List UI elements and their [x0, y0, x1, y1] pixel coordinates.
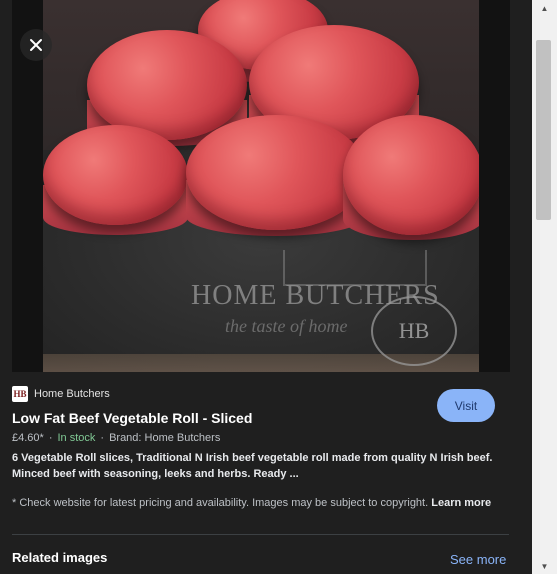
source-row[interactable]: HB Home Butchers [12, 386, 110, 402]
scrollbar-thumb[interactable] [536, 40, 551, 220]
stock-status: In stock [57, 432, 96, 444]
brand: Brand: Home Butchers [109, 432, 221, 444]
patty [43, 125, 188, 225]
patty [87, 30, 247, 140]
related-images-heading: Related images [12, 550, 108, 565]
visit-button[interactable]: Visit [437, 389, 495, 422]
scroll-up-arrow-icon[interactable]: ▲ [532, 0, 557, 16]
separator-dot: · [48, 432, 53, 444]
patty [343, 115, 479, 235]
source-name[interactable]: Home Butchers [34, 388, 110, 400]
price: £4.60* [12, 432, 44, 444]
patty [186, 115, 366, 230]
product-meta: £4.60* · In stock · Brand: Home Butchers [12, 432, 220, 444]
divider [12, 534, 509, 535]
hb-seal-logo: HB [371, 296, 457, 366]
close-icon [30, 39, 42, 51]
disclaimer: * Check website for latest pricing and a… [12, 496, 512, 511]
watermark-tagline: the taste of home [225, 316, 348, 336]
close-button[interactable] [20, 29, 52, 61]
separator-dot: · [100, 432, 105, 444]
scroll-down-arrow-icon[interactable]: ▼ [532, 558, 557, 574]
learn-more-link[interactable]: Learn more [431, 497, 491, 509]
site-favicon: HB [12, 386, 28, 402]
product-image[interactable]: HOME BUTCHERS the taste of home HB [43, 0, 479, 372]
image-viewer-panel: HOME BUTCHERS the taste of home HB HB Ho… [0, 0, 532, 574]
product-title[interactable]: Low Fat Beef Vegetable Roll - Sliced [12, 410, 252, 426]
product-description: 6 Vegetable Roll slices, Traditional N I… [12, 452, 493, 480]
disclaimer-text: * Check website for latest pricing and a… [12, 497, 429, 509]
image-preview-area: HOME BUTCHERS the taste of home HB [12, 0, 510, 372]
scrollbar[interactable]: ▲ ▼ [532, 0, 557, 574]
see-more-link[interactable]: See more [450, 552, 506, 567]
